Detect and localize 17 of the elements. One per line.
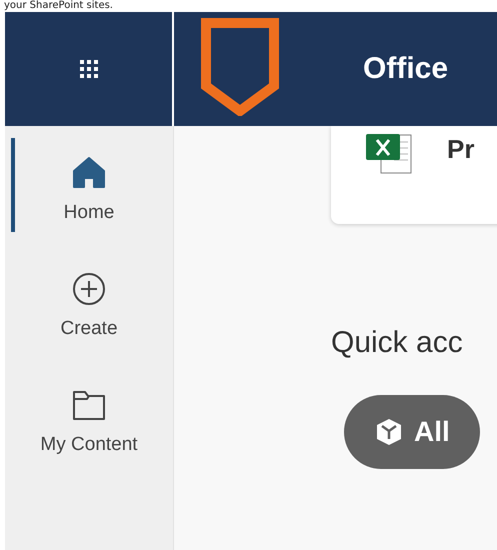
spreadsheet-file-icon — [366, 134, 412, 174]
waffle-icon — [78, 59, 98, 79]
app-name: Office — [363, 52, 448, 86]
sidebar-item[interactable]: My Content — [11, 370, 163, 464]
recent-file-card[interactable]: Pr — [331, 126, 497, 224]
add-circle-icon — [72, 272, 106, 306]
sidebar-item[interactable]: Home — [11, 138, 163, 232]
sidebar-item[interactable]: Create — [11, 254, 163, 348]
filter-chip[interactable]: All — [344, 395, 480, 469]
caption-text: your SharePoint sites. — [4, 0, 113, 12]
app-launcher-button[interactable] — [5, 12, 172, 126]
cube-icon — [374, 417, 404, 447]
home-icon — [72, 156, 106, 190]
folder-icon — [72, 388, 106, 422]
shield-logo-icon — [201, 18, 279, 116]
section-heading: Quick acc — [331, 326, 464, 360]
file-name: Pr — [447, 134, 474, 165]
